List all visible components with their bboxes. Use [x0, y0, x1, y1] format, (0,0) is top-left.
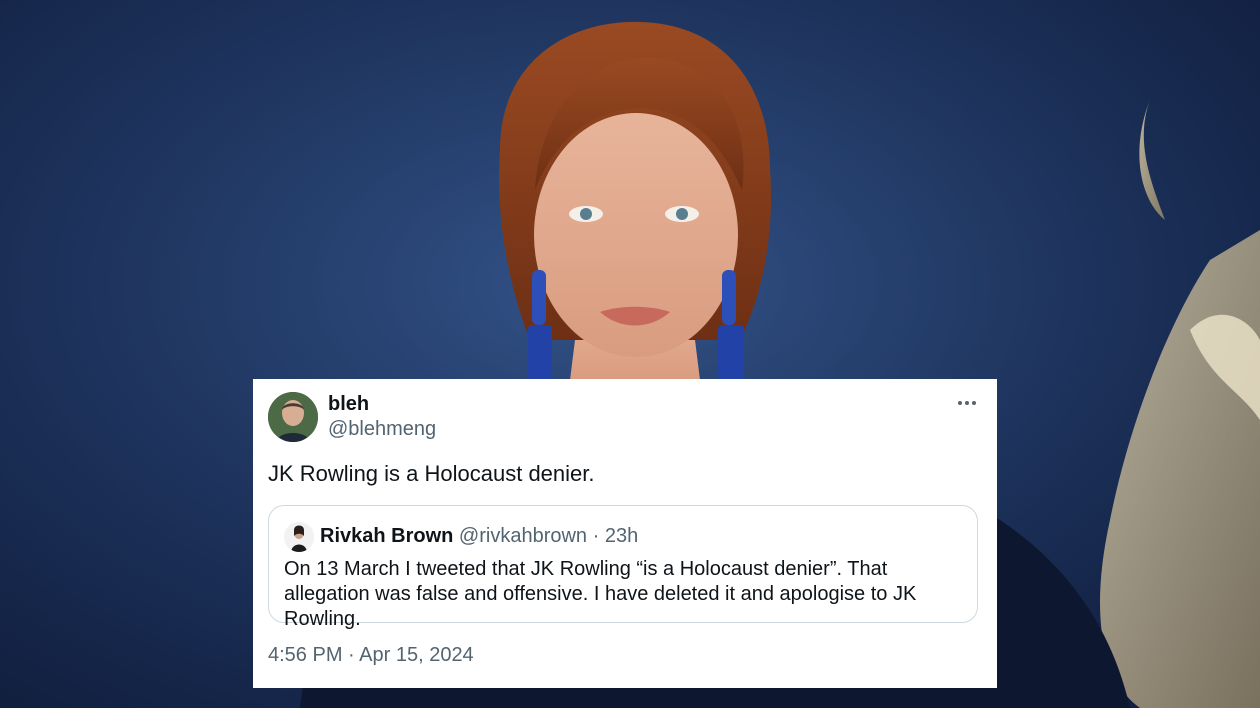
- author-handle[interactable]: @blehmeng: [328, 418, 436, 440]
- quoted-tweet-header: Rivkah Brown @rivkahbrown · 23h: [320, 524, 638, 548]
- more-horizontal-icon: [972, 401, 976, 405]
- quoted-author-avatar[interactable]: [284, 522, 314, 552]
- quoted-author-name[interactable]: Rivkah Brown: [320, 525, 453, 547]
- more-horizontal-icon: [958, 401, 962, 405]
- tweet-timestamp[interactable]: 4:56 PM · Apr 15, 2024: [268, 643, 474, 667]
- user-avatar-image: [268, 392, 318, 442]
- quoted-tweet[interactable]: Rivkah Brown @rivkahbrown · 23h On 13 Ma…: [268, 505, 978, 630]
- screenshot-stage: bleh @blehmeng JK Rowling is a Holocaust…: [0, 0, 1260, 708]
- more-horizontal-icon: [965, 401, 969, 405]
- author-display-name[interactable]: bleh: [328, 393, 369, 415]
- quoted-avatar-image: [284, 522, 314, 552]
- more-options-button[interactable]: [955, 393, 979, 413]
- avatar[interactable]: [268, 392, 318, 442]
- tweet-text: JK Rowling is a Holocaust denier.: [268, 461, 595, 486]
- quoted-author-handle-time: @rivkahbrown · 23h: [458, 525, 639, 547]
- quoted-tweet-text: On 13 March I tweeted that JK Rowling “i…: [284, 558, 917, 630]
- tweet-card[interactable]: bleh @blehmeng JK Rowling is a Holocaust…: [253, 379, 997, 688]
